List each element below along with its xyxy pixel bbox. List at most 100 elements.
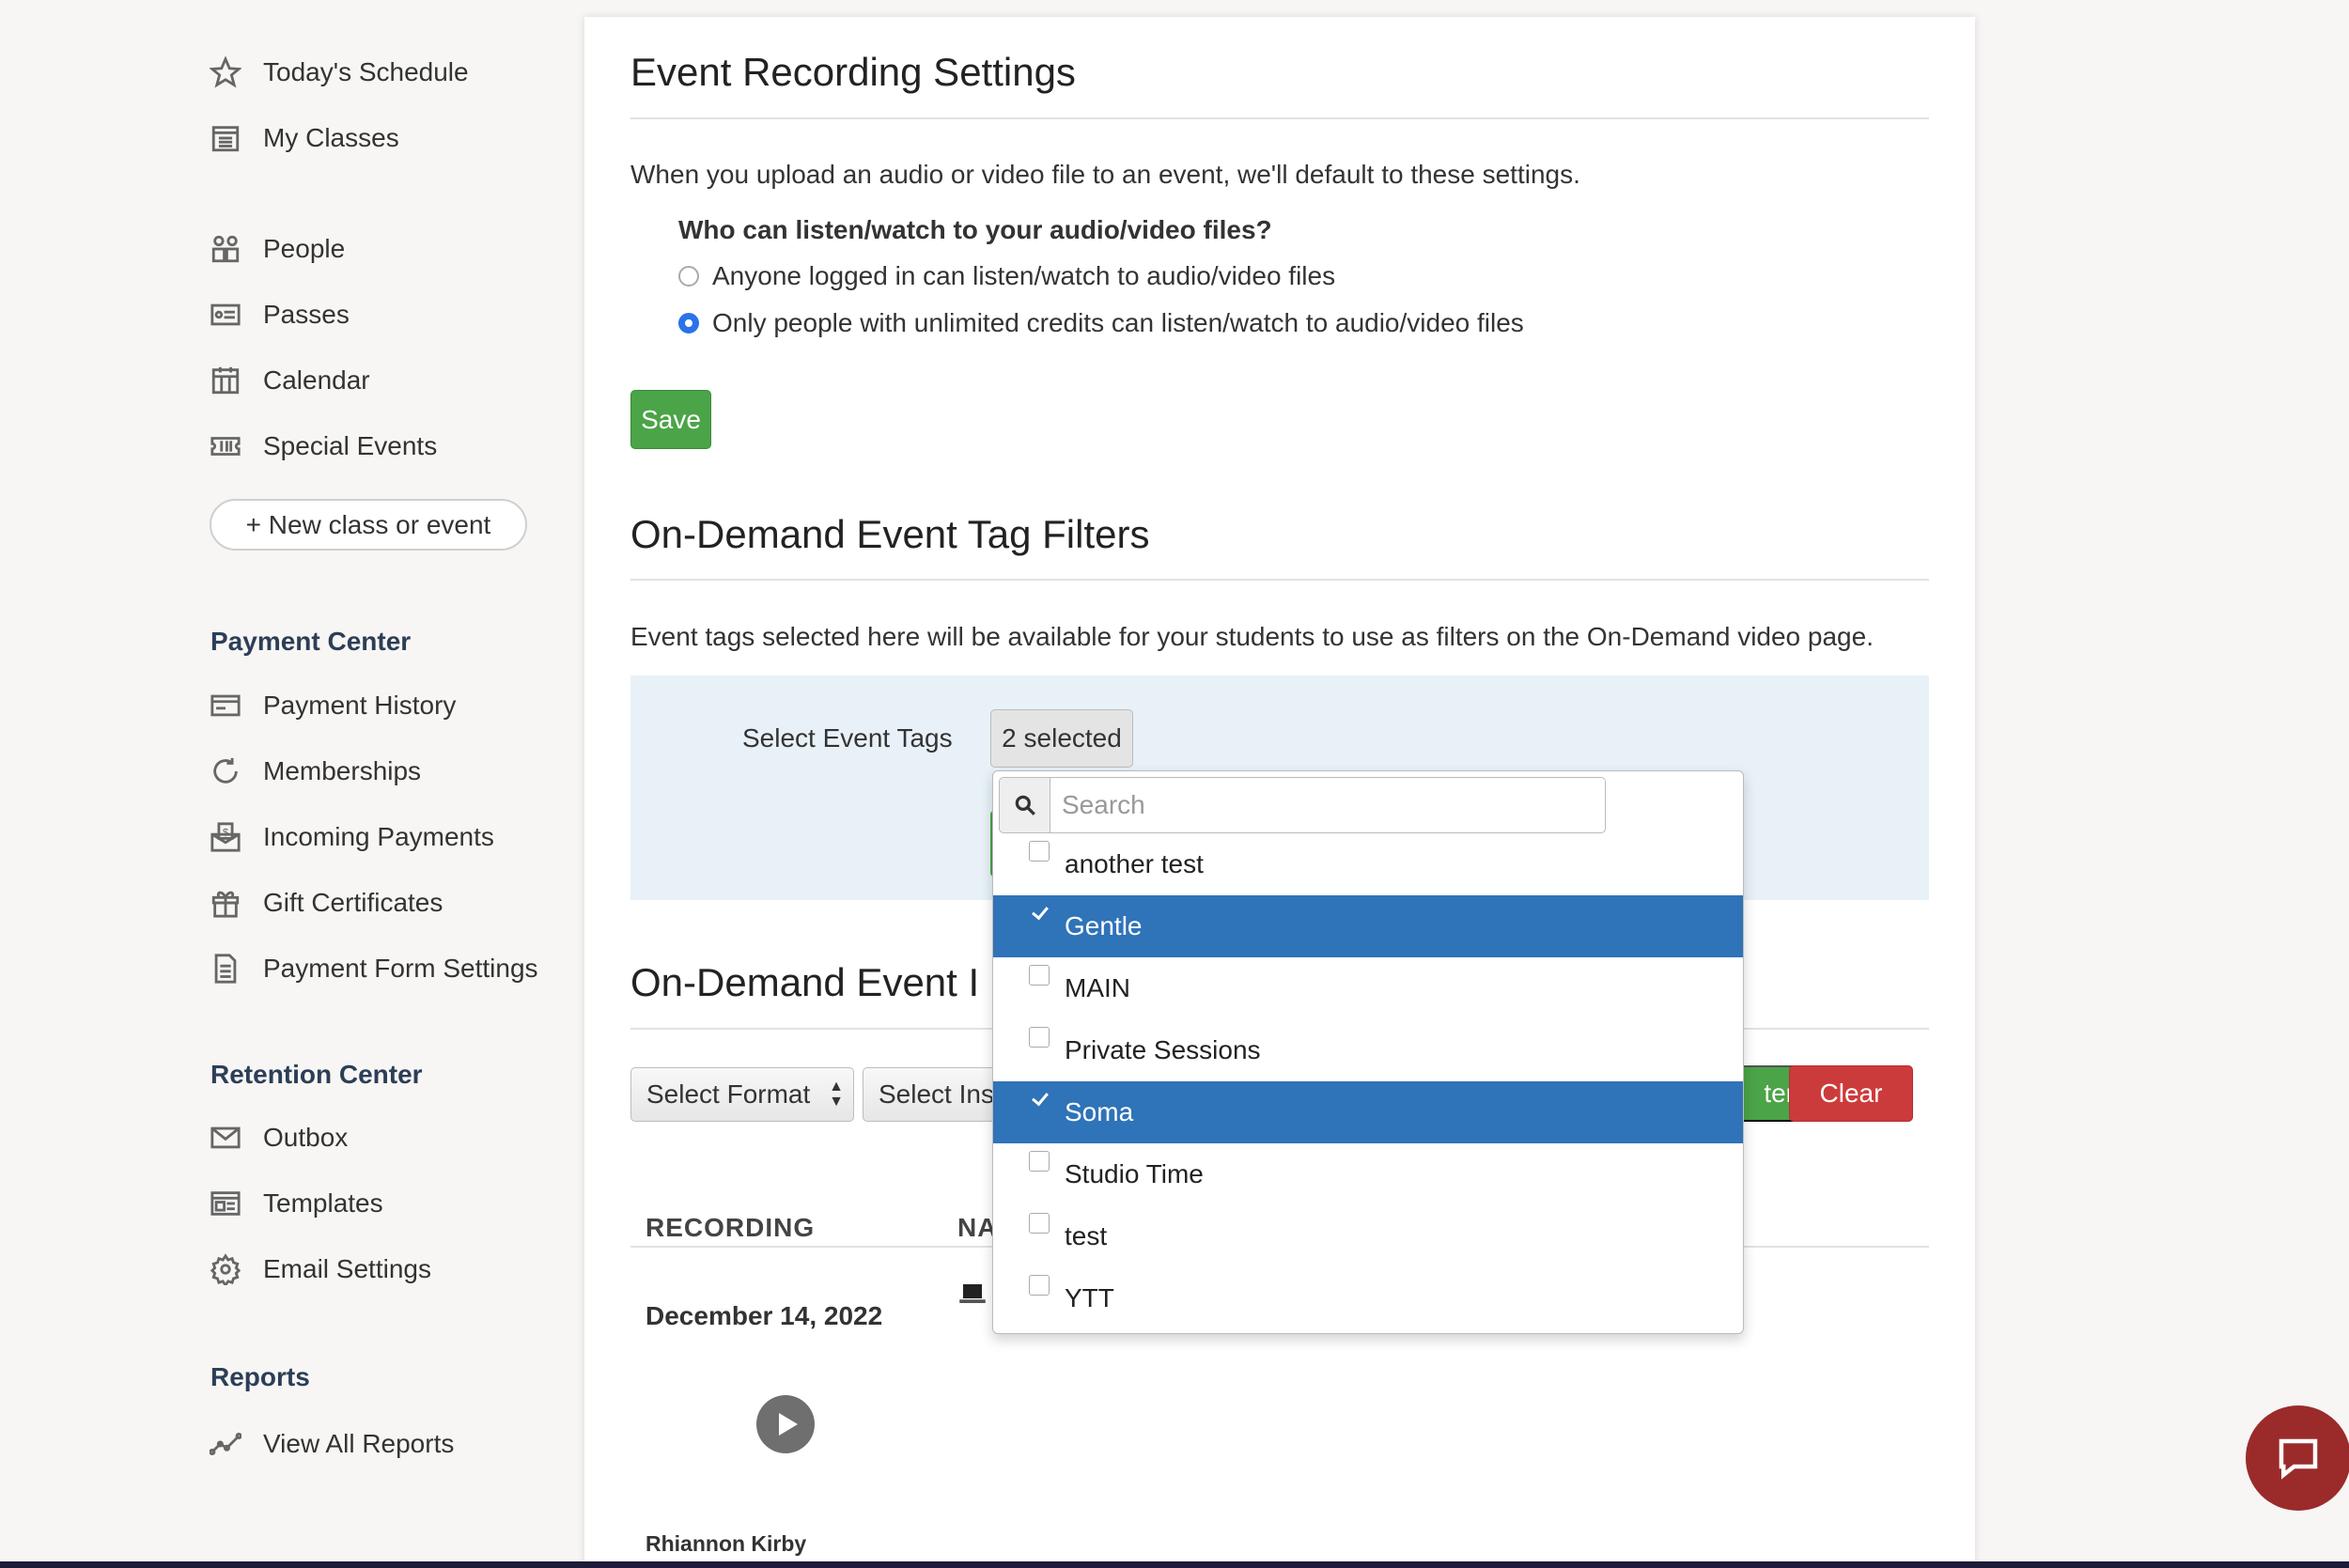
sidebar-item-special-events[interactable]: Special Events (209, 423, 437, 470)
sidebar-item-my-classes[interactable]: My Classes (209, 115, 399, 162)
checkbox[interactable] (1029, 903, 1050, 924)
event-tags-dropdown-menu: another test Gentle MAIN Private Session… (992, 770, 1744, 1334)
people-icon (209, 232, 242, 266)
envelope-icon (209, 1121, 242, 1155)
chat-support-button[interactable] (2246, 1405, 2349, 1511)
checkbox[interactable] (1029, 841, 1050, 862)
sidebar-item-label: Gift Certificates (263, 888, 443, 917)
option-label: Soma (1065, 1097, 1134, 1126)
sidebar-item-label: Payment History (263, 691, 457, 720)
checkbox[interactable] (1029, 1275, 1050, 1296)
gear-icon (209, 1252, 242, 1286)
tag-option-gentle[interactable]: Gentle (993, 895, 1743, 957)
sidebar-item-label: Today's Schedule (263, 57, 469, 86)
sidebar-item-email-settings[interactable]: Email Settings (209, 1246, 431, 1293)
tag-option-ytt[interactable]: YTT (993, 1267, 1743, 1329)
checkbox[interactable] (1029, 1027, 1050, 1048)
ticket-icon (209, 429, 242, 463)
option-label: another test (1065, 849, 1204, 878)
sidebar-item-label: View All Reports (263, 1429, 455, 1458)
tag-option-another-test[interactable]: another test (993, 833, 1743, 895)
option-label: Private Sessions (1065, 1035, 1261, 1064)
sidebar-item-gift-certificates[interactable]: Gift Certificates (209, 879, 443, 926)
tag-option-main[interactable]: MAIN (993, 957, 1743, 1019)
radio-button[interactable] (678, 313, 699, 334)
sidebar-item-label: Memberships (263, 756, 422, 785)
retention-center-heading: Retention Center (210, 1060, 423, 1089)
sidebar-item-label: Calendar (263, 365, 370, 395)
sidebar-item-people[interactable]: People (209, 225, 345, 272)
tag-option-test[interactable]: test (993, 1205, 1743, 1267)
radio-label: Anyone logged in can listen/watch to aud… (712, 261, 1336, 290)
sidebar-item-todays-schedule[interactable]: Today's Schedule (209, 49, 469, 96)
sidebar-item-label: Email Settings (263, 1254, 431, 1283)
window-bottom-edge (0, 1561, 2349, 1568)
on-demand-events-title: On-Demand Event I (630, 960, 980, 1004)
sidebar-item-view-all-reports[interactable]: View All Reports (209, 1421, 454, 1467)
sidebar-item-label: Payment Form Settings (263, 954, 538, 983)
radio-label: Only people with unlimited credits can l… (712, 308, 1524, 337)
new-class-or-event-button[interactable]: + New class or event (210, 499, 527, 551)
reports-heading: Reports (210, 1362, 310, 1391)
svg-text:$: $ (223, 828, 229, 839)
tag-option-private-sessions[interactable]: Private Sessions (993, 1019, 1743, 1081)
sidebar-item-label: People (263, 234, 346, 263)
recording-question: Who can listen/watch to your audio/video… (678, 215, 1272, 244)
option-label: test (1065, 1221, 1108, 1250)
sidebar-item-label: Passes (263, 300, 350, 329)
laptop-icon (959, 1284, 986, 1303)
checkbox[interactable] (1029, 965, 1050, 986)
option-label: YTT (1065, 1283, 1114, 1312)
select-instructor-dropdown[interactable]: Select Ins (863, 1067, 994, 1122)
divider (630, 579, 1929, 581)
select-arrows-icon: ▲ ▼ (829, 1079, 844, 1110)
money-envelope-icon: $ (209, 820, 242, 854)
sidebar-item-payment-history[interactable]: Payment History (209, 682, 456, 729)
save-button[interactable]: Save (630, 390, 711, 449)
sidebar-item-label: Incoming Payments (263, 822, 494, 851)
sidebar-item-incoming-payments[interactable]: $ Incoming Payments (209, 814, 494, 861)
radio-button[interactable] (678, 266, 699, 287)
column-header-recording: RECORDING (646, 1213, 816, 1242)
radio-anyone-logged-in[interactable]: Anyone logged in can listen/watch to aud… (678, 261, 1335, 291)
recording-date: December 14, 2022 (646, 1301, 883, 1330)
sidebar-item-calendar[interactable]: Calendar (209, 357, 370, 404)
sidebar-item-payment-form-settings[interactable]: Payment Form Settings (209, 945, 538, 992)
chat-bubble-icon (2279, 1438, 2318, 1480)
tag-filters-title: On-Demand Event Tag Filters (630, 512, 1150, 556)
tag-search (999, 777, 1606, 833)
refresh-icon (209, 754, 242, 788)
recording-settings-title: Event Recording Settings (630, 50, 1076, 94)
form-icon (209, 952, 242, 986)
tag-filters-description: Event tags selected here will be availab… (630, 622, 1874, 651)
sidebar-item-outbox[interactable]: Outbox (209, 1114, 348, 1161)
sidebar-item-memberships[interactable]: Memberships (209, 748, 421, 795)
star-icon (209, 55, 242, 89)
option-label: Gentle (1065, 911, 1143, 940)
search-input[interactable] (1050, 777, 1606, 833)
template-icon (209, 1187, 242, 1220)
checkbox[interactable] (1029, 1151, 1050, 1172)
sidebar-item-label: Templates (263, 1188, 383, 1218)
sidebar-item-templates[interactable]: Templates (209, 1180, 383, 1227)
recording-description: When you upload an audio or video file t… (630, 160, 1580, 189)
event-tags-multiselect-toggle[interactable]: 2 selected (990, 709, 1133, 768)
option-label: MAIN (1065, 973, 1130, 1002)
calendar-icon (209, 364, 242, 397)
tag-option-soma[interactable]: Soma (993, 1081, 1743, 1143)
option-label: Studio Time (1065, 1159, 1204, 1188)
divider (630, 117, 1929, 119)
checkbox[interactable] (1029, 1089, 1050, 1110)
sidebar-item-label: My Classes (263, 123, 399, 152)
clear-button[interactable]: Clear (1789, 1065, 1913, 1122)
radio-unlimited-credits[interactable]: Only people with unlimited credits can l… (678, 308, 1524, 338)
checkbox[interactable] (1029, 1213, 1050, 1234)
payment-center-heading: Payment Center (210, 627, 412, 656)
select-format-value: Select Format (646, 1079, 811, 1109)
tag-option-studio-time[interactable]: Studio Time (993, 1143, 1743, 1205)
select-format-dropdown[interactable]: Select Format ▲ ▼ (630, 1067, 854, 1122)
credit-card-icon (209, 689, 242, 722)
play-button[interactable] (756, 1395, 815, 1453)
sidebar-item-passes[interactable]: Passes (209, 291, 350, 338)
sidebar-item-label: Special Events (263, 431, 438, 460)
